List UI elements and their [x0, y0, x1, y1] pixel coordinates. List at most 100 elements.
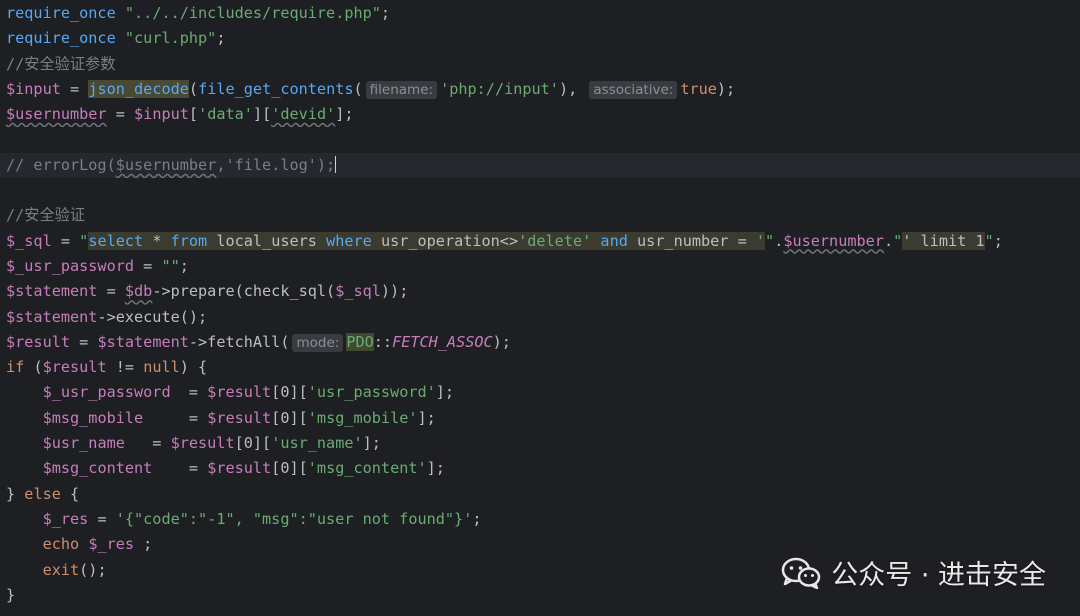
code-token: 'php://input' — [440, 79, 559, 98]
code-token: "curl.php" — [124, 29, 217, 48]
code-line[interactable]: $_usr_password = ""; — [0, 254, 1080, 279]
code-token: ' limit 1 — [902, 231, 985, 250]
code-line[interactable] — [0, 178, 1080, 203]
code-token: require_once — [6, 29, 116, 48]
code-token: and — [600, 231, 628, 250]
code-token: "../../includes/require.php" — [124, 4, 381, 22]
code-token: [0][ — [271, 459, 308, 478]
code-token: ]; — [426, 459, 445, 478]
code-token: = — [134, 256, 162, 275]
code-token: ; — [134, 535, 153, 554]
code-token: $result — [170, 434, 235, 453]
code-line[interactable]: $msg_content = $result[0]['msg_content']… — [0, 456, 1080, 481]
code-token: $usernumber — [6, 105, 107, 124]
code-token: " — [984, 231, 994, 250]
code-token: $usernumber — [783, 231, 884, 250]
code-token: usr_operation<> — [371, 231, 519, 250]
code-line[interactable]: if ($result != null) { — [0, 355, 1080, 380]
code-line[interactable]: require_once "../../includes/require.php… — [0, 1, 1080, 26]
code-token: [ — [188, 105, 199, 124]
code-line[interactable]: $msg_mobile = $result[0]['msg_mobile']; — [0, 406, 1080, 431]
code-token: ), — [558, 79, 587, 98]
code-token: = — [106, 105, 135, 124]
code-token: '{"code":"-1", "msg":"user not found"}' — [115, 509, 473, 528]
code-line[interactable]: $input = json_decode(file_get_contents(f… — [0, 77, 1080, 102]
code-token: ,'file.log'); — [216, 155, 336, 174]
code-line[interactable]: require_once "curl.php"; — [0, 26, 1080, 51]
code-line[interactable]: $statement = $db->prepare(check_sql($_sq… — [0, 279, 1080, 304]
code-token: json_decode — [88, 79, 189, 98]
watermark: 公众号 · 进击安全 — [781, 553, 1046, 592]
code-token: select — [88, 231, 144, 250]
code-token: $result — [42, 358, 107, 377]
code-line[interactable]: } else { — [0, 482, 1080, 507]
code-line[interactable]: //安全验证参数 — [0, 52, 1080, 77]
code-token: $_sql — [335, 282, 381, 301]
code-token: 'data' — [198, 105, 253, 124]
code-token: local_users — [207, 231, 327, 250]
code-token: = — [97, 282, 125, 301]
code-token: $statement — [6, 307, 98, 326]
code-token: $msg_mobile — [42, 408, 144, 427]
code-line[interactable]: $result = $statement->fetchAll(mode: PDO:… — [0, 330, 1080, 355]
code-token: ( — [24, 358, 43, 377]
code-token: } — [6, 585, 16, 604]
code-token: ; — [993, 231, 1003, 250]
code-token: " — [765, 231, 775, 250]
code-token: $result — [6, 332, 71, 351]
code-token: ->execute(); — [97, 307, 208, 326]
code-token: ; — [380, 4, 391, 22]
code-token: = — [60, 79, 89, 98]
code-token: ( — [353, 79, 363, 98]
code-token: file_get_contents — [198, 79, 354, 98]
code-line[interactable]: //安全验证 — [0, 203, 1080, 228]
code-token: " — [79, 231, 89, 250]
code-lines[interactable]: require_once "../../includes/require.php… — [0, 1, 1080, 608]
code-token: = — [124, 434, 171, 453]
code-token: [0][ — [234, 434, 272, 453]
code-token: $usernumber — [115, 155, 217, 174]
code-token: . — [883, 231, 894, 250]
code-token: ->prepare(check_sql( — [152, 282, 336, 301]
watermark-text: 公众号 · 进击安全 — [831, 560, 1046, 591]
code-token: )); — [380, 282, 409, 301]
code-line[interactable]: $_sql = "select * from local_users where… — [0, 229, 1080, 254]
code-token: ); — [492, 332, 511, 351]
code-token: // errorLog( — [6, 155, 116, 174]
code-token: $db — [124, 282, 153, 301]
code-editor[interactable]: require_once "../../includes/require.php… — [0, 0, 1080, 616]
code-token: $_res — [42, 509, 89, 528]
code-token: ; — [472, 509, 482, 528]
code-line[interactable]: $usr_name = $result[0]['usr_name']; — [0, 431, 1080, 456]
code-token: } — [6, 484, 25, 503]
code-token: " — [893, 231, 903, 250]
code-token: $input — [6, 79, 61, 98]
code-token: echo — [42, 535, 80, 554]
code-token: usr_number = — [627, 231, 756, 250]
code-token: else — [24, 484, 61, 503]
code-token: 'usr_name' — [271, 434, 363, 453]
code-token: ' — [755, 231, 766, 250]
code-line[interactable]: $_usr_password = $result[0]['usr_passwor… — [0, 380, 1080, 405]
code-token: ); — [716, 79, 736, 98]
code-line[interactable]: $_res = '{"code":"-1", "msg":"user not f… — [0, 507, 1080, 532]
code-line[interactable]: $statement->execute(); — [0, 305, 1080, 330]
code-line[interactable] — [0, 127, 1080, 152]
code-token: PDO — [346, 332, 374, 351]
code-token: { — [60, 484, 80, 503]
code-line[interactable]: $usernumber = $input['data']['devid']; — [0, 102, 1080, 127]
code-token: ( — [188, 79, 199, 98]
code-token: ]; — [335, 105, 354, 124]
code-line[interactable]: // errorLog($usernumber,'file.log'); — [0, 152, 1080, 179]
code-token: :: — [373, 332, 393, 351]
code-token: 'msg_mobile' — [307, 408, 418, 427]
code-token: ][ — [252, 105, 272, 124]
code-token: $result — [207, 408, 272, 427]
code-token: = — [51, 231, 80, 250]
